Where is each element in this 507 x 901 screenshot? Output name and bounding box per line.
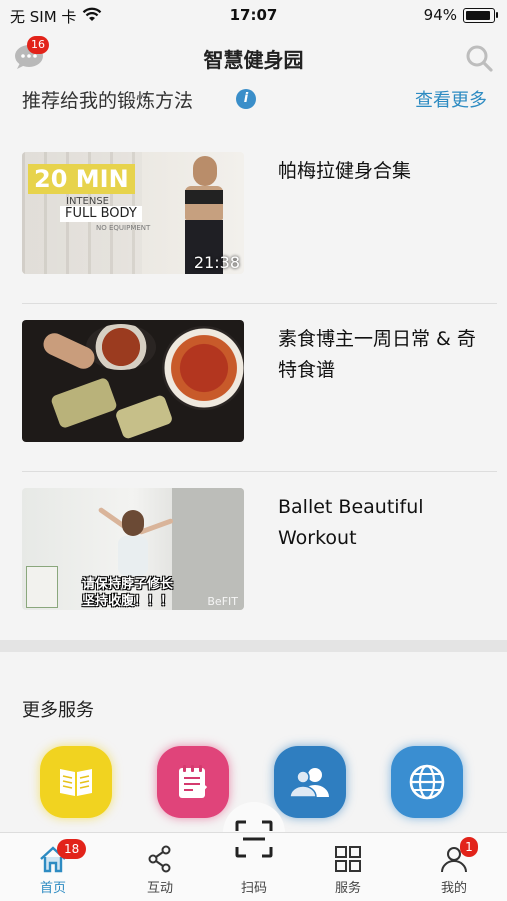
service-globe-button[interactable] (391, 746, 463, 818)
tab-bar: 18 首页 互动 扫码 服务 1 我的 (0, 820, 507, 901)
studio-window (172, 488, 244, 610)
video-title[interactable]: 帕梅拉健身合集 (278, 156, 488, 187)
dancer-body (118, 536, 148, 576)
video-item-vegan[interactable]: 素食博主一周日常 & 奇特食谱 (0, 304, 507, 472)
dancer-head (122, 510, 144, 536)
recommend-title: 推荐给我的锻炼方法 (22, 90, 194, 112)
service-users-button[interactable] (274, 746, 346, 818)
battery-icon (463, 7, 498, 23)
tab-home[interactable]: 18 首页 (13, 833, 93, 901)
tab-label: 首页 (39, 881, 66, 896)
status-right: 94% (423, 6, 498, 24)
video-subtitle: 请保持脖子修长 坚持收腹！！！ (82, 576, 173, 610)
nav-bar: 16 智慧健身园 (0, 32, 507, 80)
tab-profile[interactable]: 1 我的 (414, 833, 494, 901)
subtitle-line: 坚持收腹！！！ (82, 594, 174, 609)
globe-icon (409, 764, 445, 800)
subtitle-line: 请保持脖子修长 (82, 577, 174, 592)
scan-icon (235, 820, 273, 858)
video-duration: 21:38 (193, 253, 240, 272)
video-title[interactable]: Ballet Beautiful Workout (278, 492, 488, 554)
share-icon (148, 845, 171, 873)
section-separator (0, 640, 507, 652)
search-button[interactable] (465, 44, 493, 72)
video-list: 20 MIN INTENSE FULL BODY NO EQUIPMENT 21… (0, 136, 507, 640)
video-thumbnail[interactable]: 20 MIN INTENSE FULL BODY NO EQUIPMENT 21… (22, 152, 244, 274)
info-icon[interactable]: i (236, 89, 256, 109)
search-icon (466, 45, 493, 72)
battery-text: 94% (423, 6, 457, 24)
food-plate (162, 326, 244, 410)
channel-watermark: BeFIT (207, 595, 238, 608)
flatbread (49, 376, 119, 430)
video-item-ballet[interactable]: 请保持脖子修长 坚持收腹！！！ BeFIT Ballet Beautiful W… (0, 472, 507, 640)
tab-label: 我的 (440, 881, 467, 896)
video-thumbnail[interactable]: 请保持脖子修长 坚持收腹！！！ BeFIT (22, 488, 244, 610)
person-head (193, 156, 217, 186)
duration-label: 20 MIN (28, 164, 135, 194)
notepad-icon (179, 765, 208, 798)
recommend-header: 推荐给我的锻炼方法 i 查看更多 (22, 86, 487, 112)
see-more-link[interactable]: 查看更多 (415, 86, 487, 112)
service-book-button[interactable] (40, 746, 112, 818)
grid-icon (335, 846, 361, 872)
service-notepad-button[interactable] (157, 746, 229, 818)
video-item-pamela[interactable]: 20 MIN INTENSE FULL BODY NO EQUIPMENT 21… (0, 136, 507, 304)
status-bar: 无 SIM 卡 17:07 94% (0, 0, 507, 30)
tab-label: 扫码 (240, 881, 267, 896)
page-title: 智慧健身园 (203, 48, 304, 72)
video-thumbnail[interactable] (22, 320, 244, 442)
video-title[interactable]: 素食博主一周日常 & 奇特食谱 (278, 324, 488, 386)
tab-interact[interactable]: 互动 (120, 833, 200, 901)
profile-badge: 1 (460, 837, 478, 857)
workout-type-label: FULL BODY (60, 206, 142, 222)
home-badge: 18 (57, 839, 87, 859)
food-plate (86, 324, 156, 370)
flatbread (114, 394, 174, 440)
person-top (185, 190, 223, 204)
tab-label: 互动 (146, 881, 173, 896)
book-icon (60, 769, 92, 796)
tab-label: 服务 (334, 881, 361, 896)
equipment-label: NO EQUIPMENT (96, 224, 151, 232)
book-cover (26, 566, 58, 608)
users-icon (289, 768, 329, 798)
services-title: 更多服务 (22, 700, 94, 721)
tab-services[interactable]: 服务 (308, 833, 388, 901)
tab-scan[interactable]: 扫码 (214, 820, 294, 901)
battery-fill (466, 10, 491, 20)
